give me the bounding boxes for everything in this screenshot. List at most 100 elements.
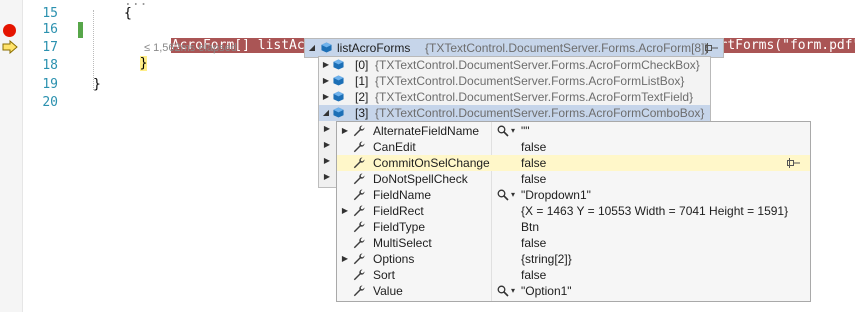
property-value: false	[521, 140, 547, 154]
property-value: Btn	[521, 220, 540, 234]
object-cube-icon	[333, 75, 344, 86]
property-row[interactable]: MultiSelect false	[337, 235, 810, 251]
visualizer-dropdown-icon[interactable]: ▾	[511, 283, 515, 299]
visualizer-dropdown-icon[interactable]: ▾	[511, 187, 515, 203]
property-name: FieldName	[373, 188, 432, 202]
wrench-icon	[353, 269, 365, 281]
line-number: 15	[42, 6, 58, 21]
line-number: 18	[42, 58, 58, 73]
code-line-15[interactable]: {	[124, 6, 132, 22]
collapse-icon[interactable]: ◢	[308, 40, 316, 56]
property-row-highlighted[interactable]: CommitOnSelChange false	[337, 155, 810, 171]
pin-icon[interactable]	[787, 158, 801, 168]
property-name: Sort	[373, 268, 396, 282]
breakpoint-icon[interactable]	[3, 24, 16, 37]
datatip-item-name: [0]	[355, 58, 369, 72]
wrench-icon	[353, 285, 365, 297]
expand-icon[interactable]: ▶	[323, 169, 331, 185]
collapse-icon[interactable]: ◢	[322, 105, 330, 121]
wrench-icon	[353, 125, 365, 137]
property-value: false	[521, 156, 547, 170]
property-row[interactable]: FieldName ▾ "Dropdown1"	[337, 187, 810, 203]
pin-icon[interactable]	[705, 43, 719, 53]
expand-icon[interactable]: ▶	[323, 137, 331, 153]
datatip-item-name: [3]	[355, 106, 369, 120]
object-cube-icon	[333, 59, 344, 70]
expand-icon[interactable]: ▶	[323, 121, 331, 137]
magnifier-icon[interactable]	[497, 189, 509, 201]
object-cube-icon	[333, 91, 344, 102]
datatip-children: ▶ [0] {TXTextControl.DocumentServer.Form…	[318, 56, 711, 122]
property-name: AlternateFieldName	[373, 124, 480, 138]
datatip-item[interactable]: ▶ [1] {TXTextControl.DocumentServer.Form…	[319, 73, 710, 89]
datatip-item-value: {TXTextControl.DocumentServer.Forms.Acro…	[375, 106, 705, 120]
property-value: false	[521, 236, 547, 250]
property-value: ""	[521, 124, 530, 138]
property-value: "Dropdown1"	[521, 188, 591, 202]
property-row[interactable]: FieldType Btn	[337, 219, 810, 235]
matched-brace: }	[139, 56, 148, 71]
property-name: FieldRect	[373, 204, 424, 218]
property-name: CommitOnSelChange	[373, 156, 490, 170]
expand-icon[interactable]: ▶	[322, 89, 330, 105]
property-row[interactable]: CanEdit false	[337, 139, 810, 155]
wrench-icon	[353, 141, 365, 153]
expand-icon[interactable]: ▶	[322, 57, 330, 73]
wrench-icon	[353, 237, 365, 249]
datatip-item-name: [2]	[355, 90, 369, 104]
datatip-item-value: {TXTextControl.DocumentServer.Forms.Acro…	[375, 74, 685, 88]
datatip-var-value: {TXTextControl.DocumentServer.Forms.Acro…	[425, 41, 709, 55]
datatip-item-value: {TXTextControl.DocumentServer.Forms.Acro…	[375, 58, 700, 72]
expand-icon[interactable]: ▶	[322, 73, 330, 89]
line-number: 20	[42, 95, 58, 110]
property-value: "Option1"	[521, 284, 572, 298]
property-row[interactable]: Sort false	[337, 267, 810, 283]
wrench-icon	[353, 173, 365, 185]
expand-icon[interactable]: ▶	[341, 123, 349, 139]
property-row[interactable]: ▶ Options {string[2]}	[337, 251, 810, 267]
code-line-19[interactable]: }	[93, 77, 101, 93]
wrench-icon	[353, 157, 365, 169]
property-name: Value	[373, 284, 403, 298]
property-value: {string[2]}	[521, 252, 572, 266]
property-name: FieldType	[373, 220, 426, 234]
datatip-properties: ▶ AlternateFieldName ▾ "" CanEdit false …	[336, 121, 811, 302]
property-row[interactable]: ▶ FieldRect {X = 1463 Y = 10553 Width = …	[337, 203, 810, 219]
datatip-item-selected[interactable]: ◢ [3] {TXTextControl.DocumentServer.Form…	[319, 105, 710, 121]
wrench-icon	[353, 205, 365, 217]
expand-icon[interactable]: ▶	[323, 153, 331, 169]
magnifier-icon[interactable]	[497, 125, 509, 137]
datatip-item-name: [1]	[355, 74, 369, 88]
property-name: CanEdit	[373, 140, 416, 154]
property-value: false	[521, 268, 547, 282]
property-row[interactable]: Value ▾ "Option1"	[337, 283, 810, 299]
datatip-item[interactable]: ▶ [2] {TXTextControl.DocumentServer.Form…	[319, 89, 710, 105]
object-cube-icon	[333, 107, 344, 118]
property-name: DoNotSpellCheck	[373, 172, 468, 186]
datatip-item-value: {TXTextControl.DocumentServer.Forms.Acro…	[375, 90, 694, 104]
change-indicator	[78, 22, 83, 38]
property-value: false	[521, 172, 547, 186]
datatip-var-name: listAcroForms	[337, 41, 411, 55]
property-name: Options	[373, 252, 415, 266]
perf-tip[interactable]: ≤ 1,562ms elapsed	[144, 40, 237, 56]
magnifier-icon[interactable]	[497, 285, 509, 297]
line-number: 16	[42, 22, 58, 37]
property-value: {X = 1463 Y = 10553 Width = 7041 Height …	[521, 204, 789, 218]
property-row[interactable]: DoNotSpellCheck false	[337, 171, 810, 187]
datatip-obscured-rows: ▶ ▶ ▶ ▶	[318, 121, 337, 188]
line-number: 19	[42, 77, 58, 92]
datatip-item[interactable]: ▶ [0] {TXTextControl.DocumentServer.Form…	[319, 57, 710, 73]
visualizer-dropdown-icon[interactable]: ▾	[511, 123, 515, 139]
property-row[interactable]: ▶ AlternateFieldName ▾ ""	[337, 123, 810, 139]
wrench-icon	[353, 221, 365, 233]
datatip-root-row[interactable]: ◢ listAcroForms {TXTextControl.DocumentS…	[305, 39, 723, 57]
wrench-icon	[353, 189, 365, 201]
expand-icon[interactable]: ▶	[341, 203, 349, 219]
property-name: MultiSelect	[373, 236, 432, 250]
expand-icon[interactable]: ▶	[341, 251, 349, 267]
line-number: 17	[42, 40, 58, 55]
object-cube-icon	[321, 42, 332, 53]
wrench-icon	[353, 253, 365, 265]
datatip-root[interactable]: ◢ listAcroForms {TXTextControl.DocumentS…	[304, 38, 724, 58]
